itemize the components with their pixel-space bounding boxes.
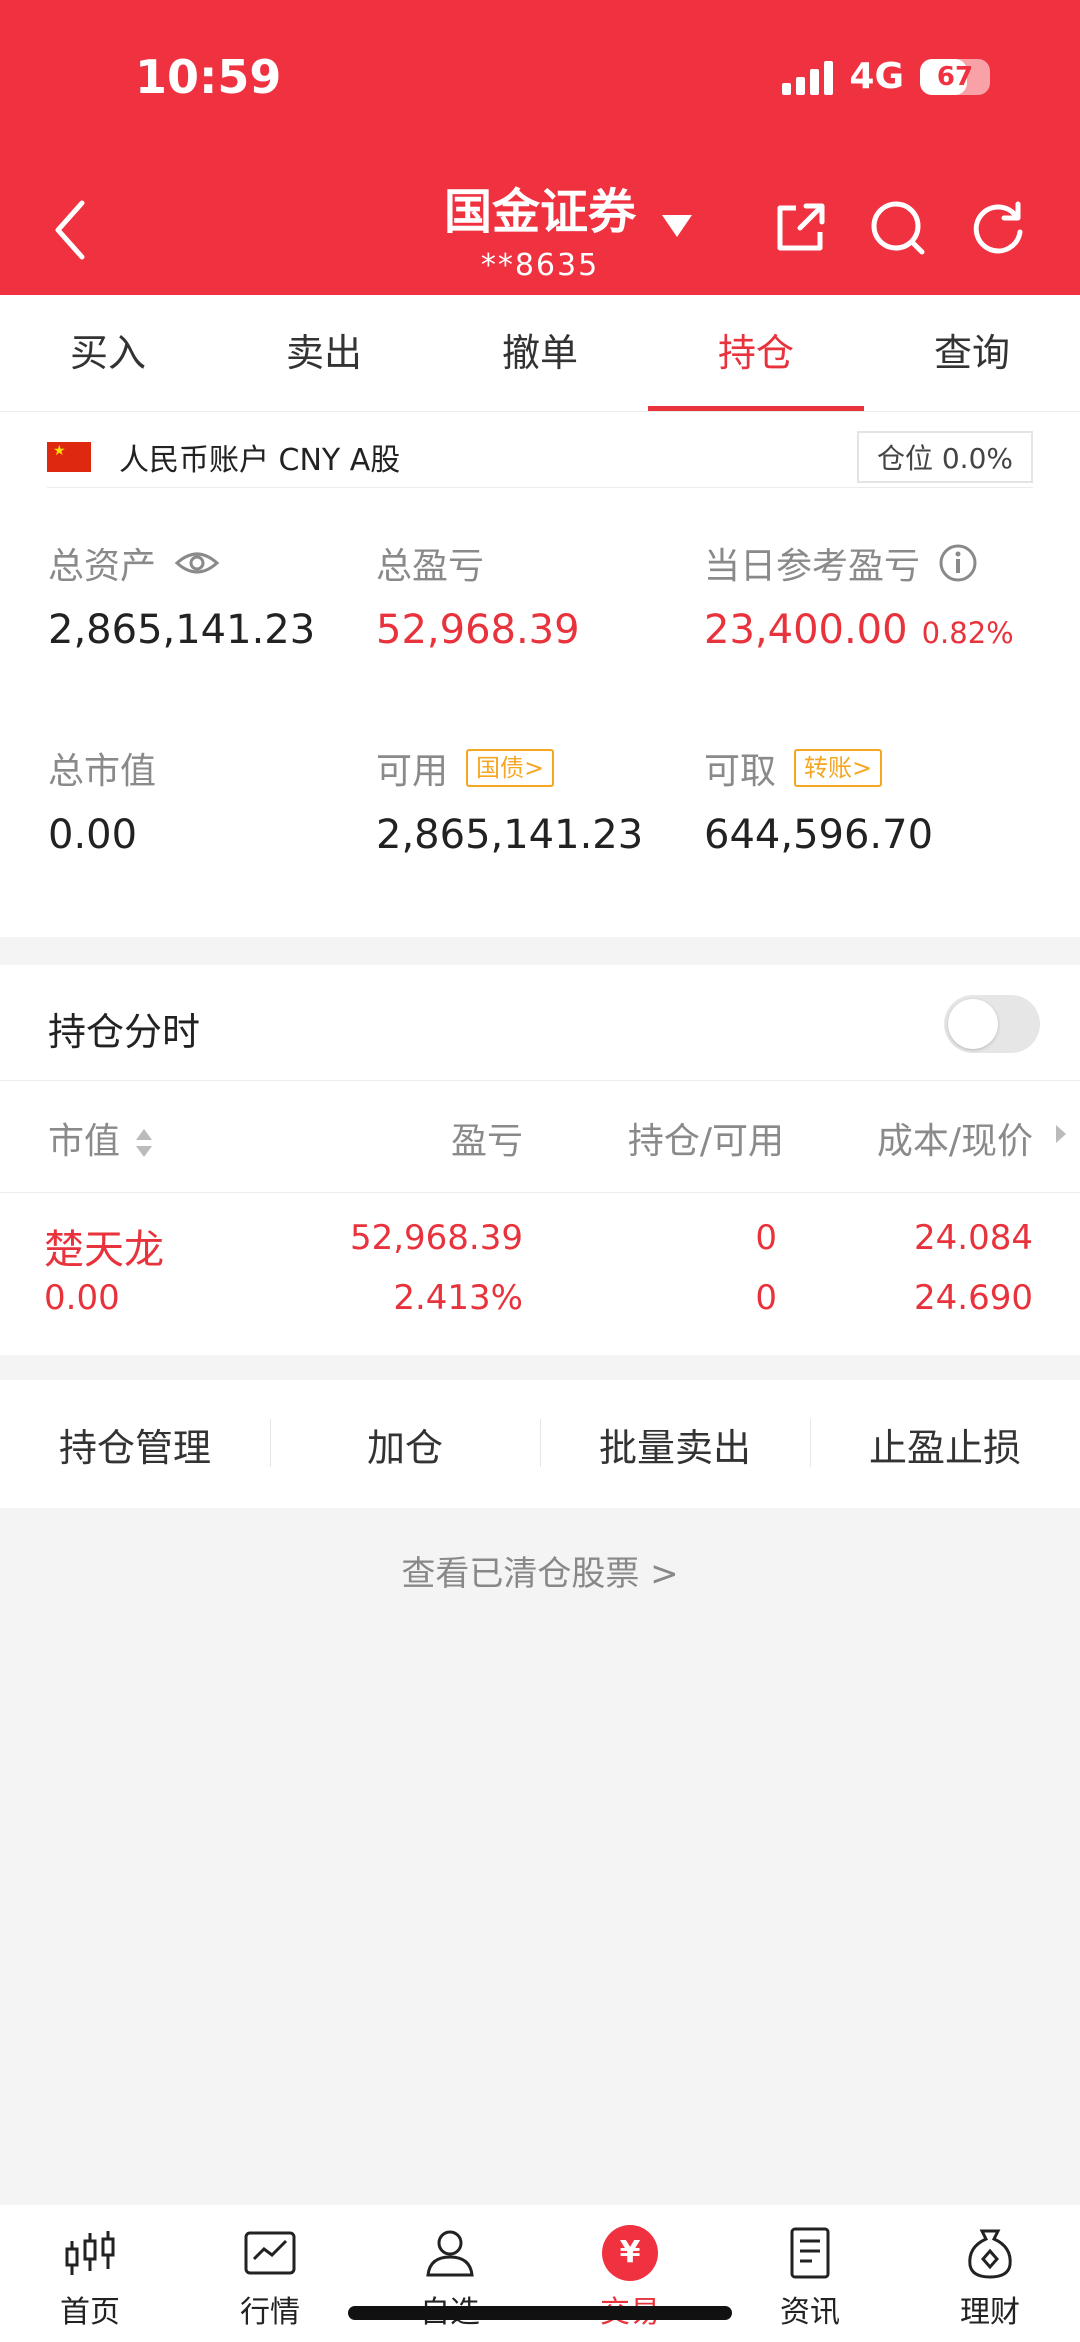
- share-icon[interactable]: [770, 198, 830, 258]
- holdings-section: 持仓分时 市值 盈亏 持仓/可用 成本/现价 楚天龙 0.00 52,968.3…: [0, 965, 1080, 1355]
- tabbar-home[interactable]: 首页: [0, 2205, 180, 2342]
- stock-pl-percent: 2.413%: [393, 1278, 523, 1318]
- stock-cost: 24.084: [914, 1218, 1033, 1258]
- total-assets-label: 总资产: [48, 546, 157, 587]
- daily-pl-percent: 0.82%: [921, 616, 1014, 650]
- total-pl-label: 总盈亏: [376, 546, 485, 587]
- caret-down-icon[interactable]: [660, 213, 694, 239]
- signal-icon: [782, 59, 834, 95]
- position-ratio-badge: 仓位 0.0%: [856, 431, 1033, 483]
- tabbar-label: 资讯: [780, 2295, 840, 2330]
- toggle-knob: [948, 999, 998, 1049]
- tabbar-wealth[interactable]: 理财: [900, 2205, 1080, 2342]
- intraday-toggle[interactable]: [944, 995, 1040, 1053]
- china-flag-icon: ★: [47, 442, 91, 472]
- total-pl-value: 52,968.39: [376, 607, 580, 653]
- account-row: ★ 人民币账户 CNY A股 仓位 0.0%: [47, 431, 1033, 483]
- tab-query[interactable]: 查询: [864, 295, 1080, 411]
- asset-summary-card: ★ 人民币账户 CNY A股 仓位 0.0% 总资产 2,865,141.23 …: [0, 412, 1080, 937]
- refresh-icon[interactable]: [968, 198, 1028, 258]
- stock-market-value: 0.00: [44, 1278, 120, 1318]
- tab-sell[interactable]: 卖出: [216, 295, 432, 411]
- total-pl: 总盈亏 52,968.39: [376, 537, 580, 653]
- battery-level: 67: [936, 61, 974, 92]
- column-market-value[interactable]: 市值: [48, 1112, 153, 1164]
- divider: [0, 1192, 1080, 1193]
- status-time: 10:59: [135, 50, 282, 104]
- stock-available: 0: [755, 1278, 777, 1318]
- yen-icon: ¥: [602, 2225, 658, 2281]
- market-value-label: 总市值: [48, 751, 157, 792]
- total-assets-value: 2,865,141.23: [48, 607, 316, 653]
- search-icon[interactable]: [868, 198, 928, 258]
- batch-sell-button[interactable]: 批量卖出: [540, 1417, 810, 1472]
- column-cost-price: 成本/现价: [876, 1121, 1033, 1162]
- eye-icon[interactable]: [174, 548, 220, 578]
- tabbar-label: 行情: [240, 2295, 300, 2330]
- sort-icon: [136, 1129, 153, 1157]
- column-position: 持仓/可用: [627, 1121, 784, 1162]
- total-assets: 总资产 2,865,141.23: [48, 537, 315, 653]
- tabbar-trade[interactable]: ¥ 交易: [540, 2205, 720, 2342]
- account-label: 人民币账户 CNY A股: [119, 443, 401, 478]
- tab-cancel-order[interactable]: 撤单: [432, 295, 648, 411]
- column-market-value-label: 市值: [48, 1121, 121, 1162]
- tabbar-news[interactable]: 资讯: [720, 2205, 900, 2342]
- tabbar-label: 首页: [60, 2295, 120, 2330]
- document-icon: [790, 2227, 830, 2279]
- tab-buy[interactable]: 买入: [0, 295, 216, 411]
- scroll-right-icon[interactable]: [1054, 1123, 1068, 1145]
- treasury-bond-tag[interactable]: 国债>: [466, 749, 555, 787]
- withdrawable-funds: 可取 转账> 644,596.70: [704, 742, 933, 858]
- withdrawable-value: 644,596.70: [704, 812, 934, 858]
- manage-positions-button[interactable]: 持仓管理: [0, 1417, 270, 1472]
- available-funds: 可用 国债> 2,865,141.23: [376, 742, 643, 858]
- divider: [0, 1080, 1080, 1081]
- money-bag-icon: [968, 2229, 1012, 2279]
- bottom-tab-bar: 首页 行情 自选 ¥ 交易 资讯 理财: [0, 2205, 1080, 2342]
- battery-icon: 67: [920, 58, 990, 95]
- divider: [47, 487, 1033, 488]
- daily-pl-value: 23,400.00: [704, 607, 908, 653]
- info-icon[interactable]: [938, 543, 978, 583]
- market-value: 总市值 0.00: [48, 742, 156, 858]
- home-indicator: [348, 2306, 732, 2320]
- add-position-button[interactable]: 加仓: [270, 1417, 540, 1472]
- daily-pl: 当日参考盈亏 23,400.00 0.82%: [704, 537, 1014, 653]
- network-type: 4G: [849, 56, 904, 97]
- stock-name: 楚天龙: [44, 1227, 164, 1273]
- daily-pl-label: 当日参考盈亏: [704, 546, 921, 587]
- market-value-value: 0.00: [48, 812, 138, 858]
- chart-icon: [244, 2231, 296, 2275]
- available-label: 可用: [376, 751, 449, 792]
- take-profit-stop-loss-button[interactable]: 止盈止损: [810, 1417, 1080, 1472]
- view-cleared-stocks-link[interactable]: 查看已清仓股票 >: [0, 1546, 1080, 1595]
- transfer-tag[interactable]: 转账>: [794, 749, 883, 787]
- status-indicators: 4G 67: [782, 56, 990, 97]
- column-pl: 盈亏: [450, 1121, 523, 1162]
- tabbar-label: 理财: [960, 2295, 1020, 2330]
- trade-tabs: 买入 卖出 撤单 持仓 查询: [0, 295, 1080, 412]
- candlestick-icon: [65, 2231, 115, 2275]
- tabbar-market[interactable]: 行情: [180, 2205, 360, 2342]
- stock-pl: 52,968.39: [349, 1218, 523, 1258]
- stock-position: 0: [755, 1218, 777, 1258]
- tabbar-watchlist[interactable]: 自选: [360, 2205, 540, 2342]
- available-value: 2,865,141.23: [376, 812, 644, 858]
- stock-price: 24.690: [914, 1278, 1033, 1318]
- tab-positions[interactable]: 持仓: [648, 295, 864, 411]
- withdrawable-label: 可取: [704, 751, 777, 792]
- app-header: 10:59 4G 67 国金证券 **8635: [0, 0, 1080, 295]
- person-icon: [426, 2230, 474, 2277]
- holdings-title: 持仓分时: [48, 1010, 201, 1054]
- holding-actions: 持仓管理 加仓 批量卖出 止盈止损: [0, 1380, 1080, 1508]
